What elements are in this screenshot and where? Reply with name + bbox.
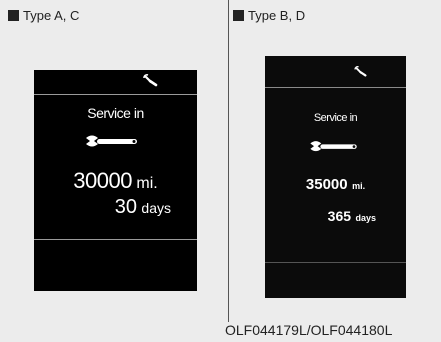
divider-line	[34, 239, 197, 240]
days-value: 365	[327, 208, 352, 224]
panel-type-a-c: Type A, C Service in 30000 mi. 30 days	[0, 0, 228, 342]
service-distance: 30000 mi.	[34, 168, 197, 194]
distance-unit: mi.	[136, 175, 158, 192]
wrench-icon	[354, 66, 367, 77]
figure-code: OLF044179L/OLF044180L	[225, 322, 393, 338]
type-label-text: Type B, D	[248, 8, 306, 23]
square-bullet-icon	[233, 10, 244, 21]
distance-unit: mi.	[352, 181, 366, 191]
cluster-display: Service in 35000 mi. 365 days	[265, 56, 406, 298]
divider-line	[265, 262, 406, 263]
service-days: 365 days	[328, 208, 376, 226]
panel-type-b-d: Type B, D Service in 35000 mi. 365 days	[229, 0, 441, 342]
type-label: Type A, C	[8, 8, 79, 23]
square-bullet-icon	[8, 10, 19, 21]
service-wrench-icon	[310, 141, 357, 152]
divider-line	[34, 94, 197, 95]
type-label-text: Type A, C	[23, 8, 80, 23]
divider-line	[265, 87, 406, 88]
wrench-icon	[143, 74, 158, 87]
cluster-display: Service in 30000 mi. 30 days	[34, 70, 197, 291]
days-unit: days	[355, 213, 376, 223]
service-days: 30 days	[115, 196, 171, 219]
service-distance: 35000 mi.	[265, 176, 406, 194]
distance-value: 35000	[305, 176, 348, 193]
service-title: Service in	[313, 112, 358, 124]
distance-value: 30000	[73, 168, 132, 193]
service-title: Service in	[87, 105, 144, 121]
service-wrench-icon	[86, 135, 137, 147]
type-label: Type B, D	[233, 8, 305, 23]
days-unit: days	[141, 200, 171, 216]
days-value: 30	[114, 196, 137, 218]
